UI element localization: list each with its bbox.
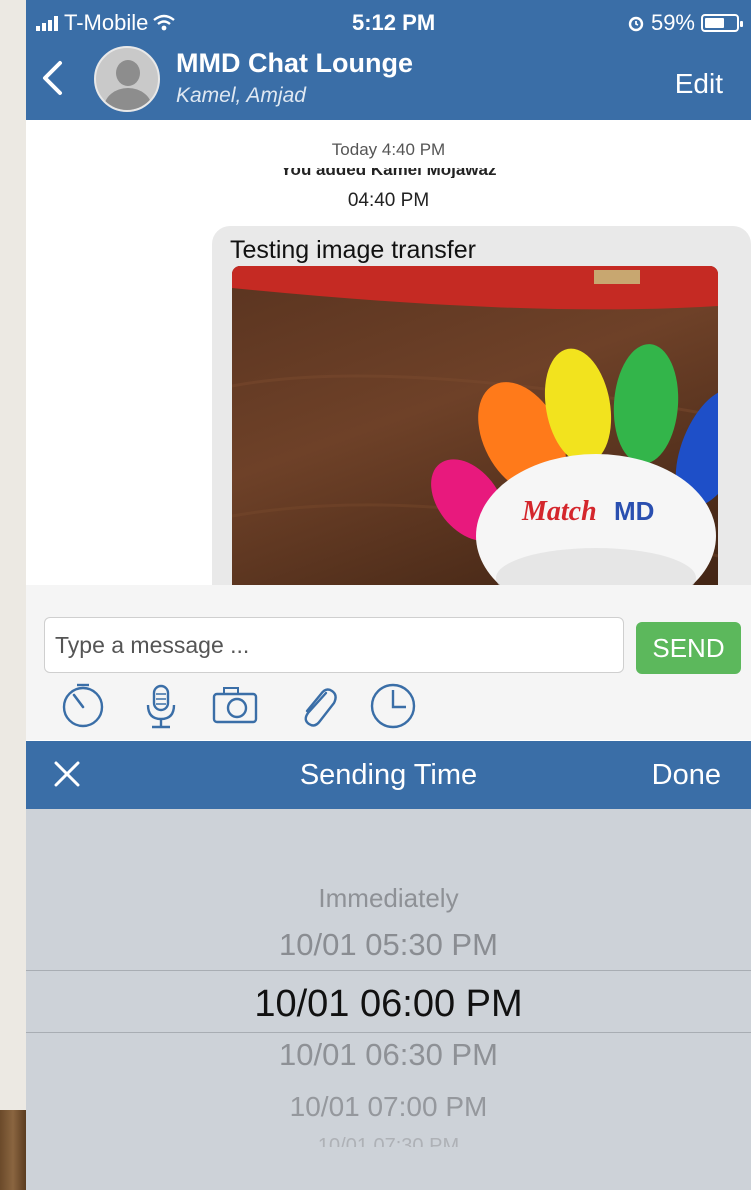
picker-toolbar: Sending Time Done xyxy=(26,741,751,809)
svg-text:MD: MD xyxy=(614,496,654,526)
chat-header: T-Mobile 5:12 PM 59% MMD Chat Lounge Kam… xyxy=(26,0,751,120)
message-text: Testing image transfer xyxy=(230,236,476,264)
status-bar: T-Mobile 5:12 PM 59% xyxy=(26,0,751,40)
battery-icon xyxy=(701,14,743,32)
back-chevron-icon[interactable] xyxy=(40,60,64,96)
conversation-area[interactable]: Today 4:40 PM You added Kamel Mojawaz 04… xyxy=(26,120,751,706)
status-time: 5:12 PM xyxy=(352,10,436,35)
chat-title: MMD Chat Lounge xyxy=(176,48,413,78)
send-button[interactable]: SEND xyxy=(636,622,741,674)
chat-participants: Kamel, Amjad xyxy=(176,84,306,107)
paperclip-icon[interactable] xyxy=(292,681,342,731)
message-input[interactable] xyxy=(44,617,624,673)
background-wood-edge xyxy=(0,1110,26,1190)
camera-icon[interactable] xyxy=(210,681,260,731)
date-stamp: Today 4:40 PM xyxy=(331,140,446,159)
timer-icon[interactable] xyxy=(58,681,108,731)
sending-time-picker[interactable]: Immediately 10/01 05:30 PM 10/01 06:00 P… xyxy=(26,809,751,1190)
phone-screen: T-Mobile 5:12 PM 59% MMD Chat Lounge Kam… xyxy=(26,0,751,1190)
microphone-icon[interactable] xyxy=(136,681,186,731)
picker-option[interactable]: 10/01 07:30 PM xyxy=(26,1135,751,1147)
carrier-group: T-Mobile xyxy=(36,10,176,36)
selection-line-top xyxy=(26,970,751,971)
wifi-icon xyxy=(153,14,176,31)
clock-icon[interactable] xyxy=(368,681,418,731)
picker-option-selected[interactable]: 10/01 06:00 PM xyxy=(26,983,751,1026)
carrier-label: T-Mobile xyxy=(64,10,149,35)
selection-line-bottom xyxy=(26,1032,751,1033)
composer: SEND xyxy=(26,585,751,740)
done-button[interactable]: Done xyxy=(652,759,721,792)
signal-icon xyxy=(36,15,58,31)
avatar[interactable] xyxy=(94,46,160,112)
status-right: 59% xyxy=(627,10,743,36)
system-message: You added Kamel Mojawaz xyxy=(280,168,497,178)
svg-text:Match: Match xyxy=(521,496,597,527)
battery-percent: 59% xyxy=(650,10,695,35)
system-message-time: 04:40 PM xyxy=(347,190,430,211)
picker-title: Sending Time xyxy=(299,759,478,791)
edit-button[interactable]: Edit xyxy=(675,68,723,100)
picker-option[interactable]: 10/01 07:00 PM xyxy=(26,1091,751,1123)
alarm-icon xyxy=(628,16,644,32)
picker-option[interactable]: Immediately xyxy=(26,883,751,914)
picker-option[interactable]: 10/01 05:30 PM xyxy=(26,927,751,963)
picker-option[interactable]: 10/01 06:30 PM xyxy=(26,1037,751,1073)
